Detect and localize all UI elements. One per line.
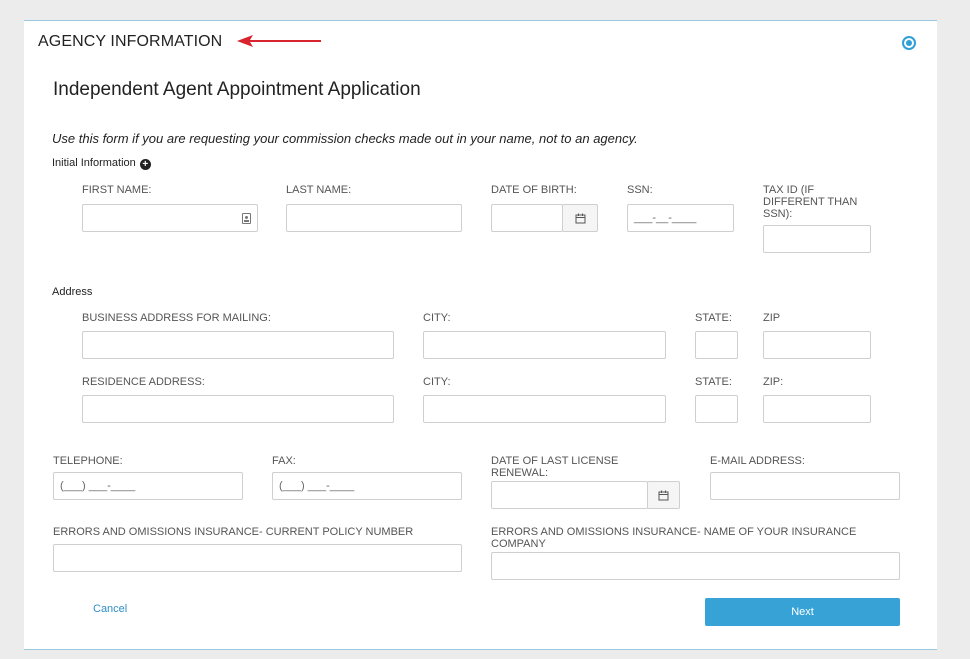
plus-icon[interactable]: + (139, 159, 151, 170)
license-renewal-label: DATE OF LAST LICENSE RENEWAL: (491, 455, 618, 479)
tax-id-label-line3: SSN): (763, 208, 793, 220)
form-title: Independent Agent Appointment Applicatio… (53, 79, 421, 100)
section-title: AGENCY INFORMATION (38, 33, 223, 50)
collapse-toggle-icon[interactable] (902, 36, 916, 50)
tax-id-label: TAX ID (IF DIFFERENT THAN SSN): (763, 184, 857, 220)
agency-information-panel: AGENCY INFORMATION Independent Agent App… (24, 20, 937, 650)
cancel-link[interactable]: Cancel (93, 603, 127, 615)
residence-address-input[interactable] (82, 395, 394, 423)
calendar-icon (658, 490, 669, 500)
zip-input-2[interactable] (763, 395, 871, 423)
contact-card-icon (242, 212, 251, 224)
insurance-company-label-line1: ERRORS AND OMISSIONS INSURANCE- NAME OF … (491, 526, 857, 538)
ssn-input[interactable]: ___-__-____ (627, 204, 734, 232)
insurance-company-input[interactable] (491, 552, 900, 580)
fax-input[interactable]: (___) ___-____ (272, 472, 462, 500)
policy-number-label: ERRORS AND OMISSIONS INSURANCE- CURRENT … (53, 526, 414, 538)
address-label: Address (52, 286, 93, 298)
initial-information-label: Initial Information + (52, 157, 151, 170)
residence-address-label: RESIDENCE ADDRESS: (82, 376, 205, 388)
state-input-1[interactable] (695, 331, 738, 359)
email-input[interactable] (710, 472, 900, 500)
policy-number-input[interactable] (53, 544, 462, 572)
license-renewal-input[interactable] (491, 481, 648, 509)
city-label-1: CITY: (423, 312, 451, 324)
license-renewal-label-line2: RENEWAL: (491, 467, 549, 479)
state-label-2: STATE: (695, 376, 732, 388)
next-button[interactable]: Next (705, 598, 900, 626)
tax-id-input[interactable] (763, 225, 871, 253)
tax-id-label-line2: DIFFERENT THAN (763, 196, 858, 208)
license-calendar-button[interactable] (647, 481, 680, 509)
calendar-icon (575, 213, 585, 223)
ssn-label: SSN: (627, 184, 653, 196)
telephone-label: TELEPHONE: (53, 455, 123, 467)
form-instructions: Use this form if you are requesting your… (52, 131, 638, 146)
zip-label-2: ZIP: (763, 376, 784, 388)
license-renewal-label-line1: DATE OF LAST LICENSE (491, 455, 619, 467)
city-label-2: CITY: (423, 376, 451, 388)
insurance-company-label-line2: COMPANY (491, 538, 546, 550)
city-input-2[interactable] (423, 395, 666, 423)
state-label-1: STATE: (695, 312, 732, 324)
state-input-2[interactable] (695, 395, 738, 423)
zip-input-1[interactable] (763, 331, 871, 359)
dob-calendar-button[interactable] (562, 204, 598, 232)
last-name-input[interactable] (286, 204, 462, 232)
initial-information-text: Initial Information (52, 157, 136, 169)
first-name-label: FIRST NAME: (82, 184, 152, 196)
first-name-input[interactable] (82, 204, 258, 232)
last-name-label: LAST NAME: (286, 184, 352, 196)
email-label: E-MAIL ADDRESS: (710, 455, 805, 467)
telephone-input[interactable]: (___) ___-____ (53, 472, 243, 500)
business-address-input[interactable] (82, 331, 394, 359)
business-address-label: BUSINESS ADDRESS FOR MAILING: (82, 312, 271, 324)
date-of-birth-label: DATE OF BIRTH: (491, 184, 577, 196)
date-of-birth-input[interactable] (491, 204, 563, 232)
red-arrow-annotation (237, 35, 321, 47)
insurance-company-label: ERRORS AND OMISSIONS INSURANCE- NAME OF … (491, 526, 856, 550)
fax-label: FAX: (272, 455, 296, 467)
tax-id-label-line1: TAX ID (IF (763, 184, 815, 196)
city-input-1[interactable] (423, 331, 666, 359)
zip-label-1: ZIP (763, 312, 781, 324)
